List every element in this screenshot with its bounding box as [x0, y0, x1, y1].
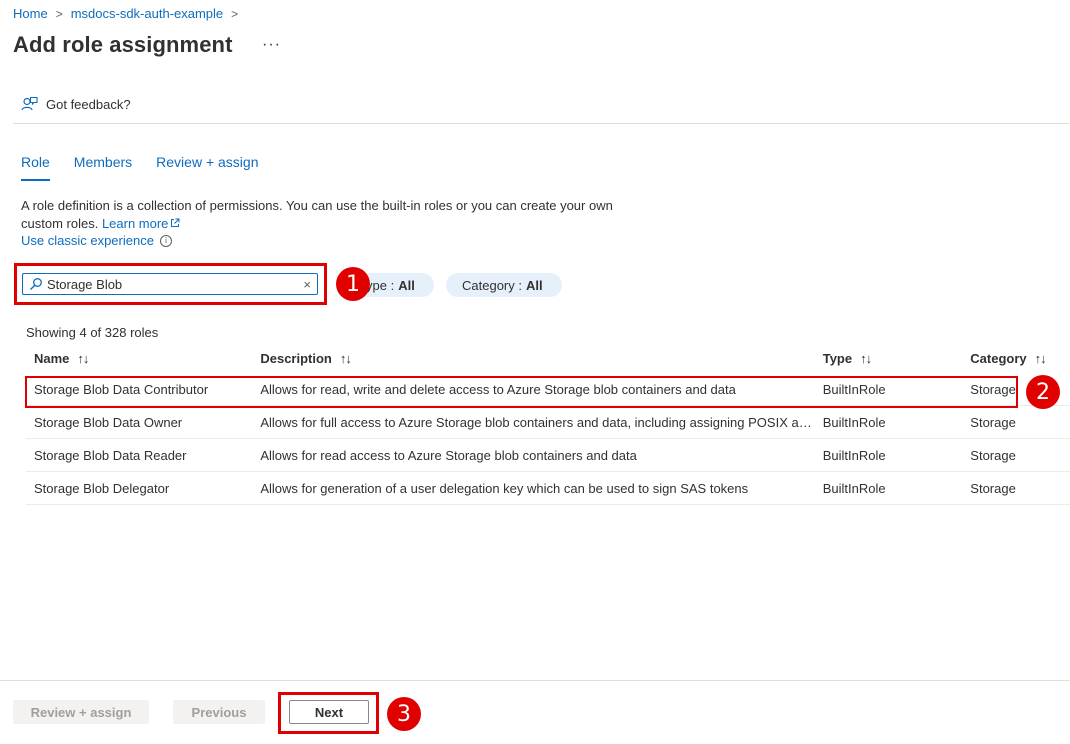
- review-assign-button[interactable]: Review + assign: [13, 700, 149, 724]
- breadcrumb-separator-icon: >: [55, 6, 63, 21]
- header-divider: [13, 123, 1070, 124]
- table-row[interactable]: Storage Blob Data Reader Allows for read…: [26, 439, 1070, 472]
- table-row[interactable]: Storage Blob Data Contributor Allows for…: [26, 373, 1070, 406]
- classic-experience-link[interactable]: Use classic experience: [21, 233, 154, 248]
- classic-experience: Use classic experience i: [21, 233, 172, 248]
- tab-role[interactable]: Role: [21, 154, 50, 181]
- feedback-label: Got feedback?: [46, 96, 131, 112]
- type-filter-label: ype :: [366, 277, 395, 293]
- role-description-cell: Allows for read, write and delete access…: [260, 381, 736, 397]
- role-category: Storage: [970, 414, 1016, 430]
- column-category-label: Category: [970, 350, 1027, 366]
- search-box: ×: [22, 273, 318, 295]
- column-category-header[interactable]: Category ↑↓: [970, 351, 1070, 366]
- breadcrumb-home-link[interactable]: Home: [13, 6, 48, 21]
- role-description-cell: Allows for read access to Azure Storage …: [260, 447, 637, 463]
- breadcrumb: Home > msdocs-sdk-auth-example >: [13, 6, 238, 21]
- sort-icon: ↑↓: [1034, 350, 1047, 366]
- info-icon[interactable]: i: [159, 234, 172, 247]
- role-category: Storage: [970, 480, 1016, 496]
- category-filter-value: All: [525, 277, 543, 293]
- column-name-label: Name: [34, 350, 70, 366]
- step-badge: 3: [387, 697, 421, 731]
- column-name-header[interactable]: Name ↑↓: [26, 351, 260, 366]
- previous-button[interactable]: Previous: [173, 700, 265, 724]
- feedback-icon: [21, 96, 38, 111]
- role-name: Storage Blob Data Contributor: [34, 381, 209, 397]
- column-type-header[interactable]: Type ↑↓: [823, 351, 971, 366]
- type-filter-value: All: [398, 277, 415, 293]
- tab-review-assign[interactable]: Review + assign: [156, 154, 258, 181]
- sort-icon: ↑↓: [77, 350, 89, 366]
- table-row[interactable]: Storage Blob Delegator Allows for genera…: [26, 472, 1070, 505]
- more-options-button[interactable]: ···: [262, 36, 281, 54]
- table-header: Name ↑↓ Description ↑↓ Type ↑↓ Category ↑↓: [26, 343, 1070, 373]
- column-type-label: Type: [822, 350, 853, 366]
- page-title: Add role assignment: [13, 32, 233, 57]
- roles-table: Name ↑↓ Description ↑↓ Type ↑↓ Category ↑↓ S…: [26, 343, 1070, 505]
- role-type: BuiltInRole: [822, 414, 886, 430]
- learn-more-label: Learn more: [101, 216, 169, 231]
- step-badge: 1: [336, 267, 370, 301]
- role-description-cell: Allows for generation of a user delegati…: [260, 480, 749, 496]
- role-type: BuiltInRole: [822, 447, 886, 463]
- role-name: Storage Blob Data Owner: [34, 414, 183, 430]
- next-button[interactable]: Next: [289, 700, 369, 724]
- role-description: A role definition is a collection of per…: [21, 197, 631, 233]
- search-icon: [30, 278, 42, 290]
- role-name: Storage Blob Data Reader: [34, 447, 187, 463]
- column-description-header[interactable]: Description ↑↓: [260, 351, 822, 366]
- sort-icon: ↑↓: [860, 350, 872, 366]
- category-filter-label: Category :: [462, 277, 522, 293]
- category-filter[interactable]: Category : All: [446, 273, 562, 297]
- breadcrumb-separator-icon: >: [231, 6, 239, 21]
- external-link-icon: [171, 218, 180, 227]
- table-row[interactable]: Storage Blob Data Owner Allows for full …: [26, 406, 1070, 439]
- tab-bar: Role Members Review + assign: [21, 154, 258, 181]
- role-category: Storage: [970, 447, 1016, 463]
- results-count: Showing 4 of 328 roles: [26, 325, 159, 340]
- footer-divider: [0, 680, 1070, 681]
- column-description-label: Description: [260, 350, 332, 366]
- role-description-cell: Allows for full access to Azure Storage …: [260, 414, 823, 430]
- role-name: Storage Blob Delegator: [34, 480, 170, 496]
- sort-icon: ↑↓: [339, 350, 352, 366]
- search-input[interactable]: [47, 276, 287, 292]
- step-badge: 2: [1026, 375, 1060, 409]
- tab-members[interactable]: Members: [74, 154, 132, 181]
- learn-more-link[interactable]: Learn more: [102, 216, 180, 231]
- feedback-button[interactable]: Got feedback?: [21, 96, 131, 112]
- breadcrumb-resource-link[interactable]: msdocs-sdk-auth-example: [71, 6, 223, 21]
- clear-search-icon[interactable]: ×: [303, 277, 311, 292]
- role-type: BuiltInRole: [822, 480, 886, 496]
- role-type: BuiltInRole: [822, 381, 886, 397]
